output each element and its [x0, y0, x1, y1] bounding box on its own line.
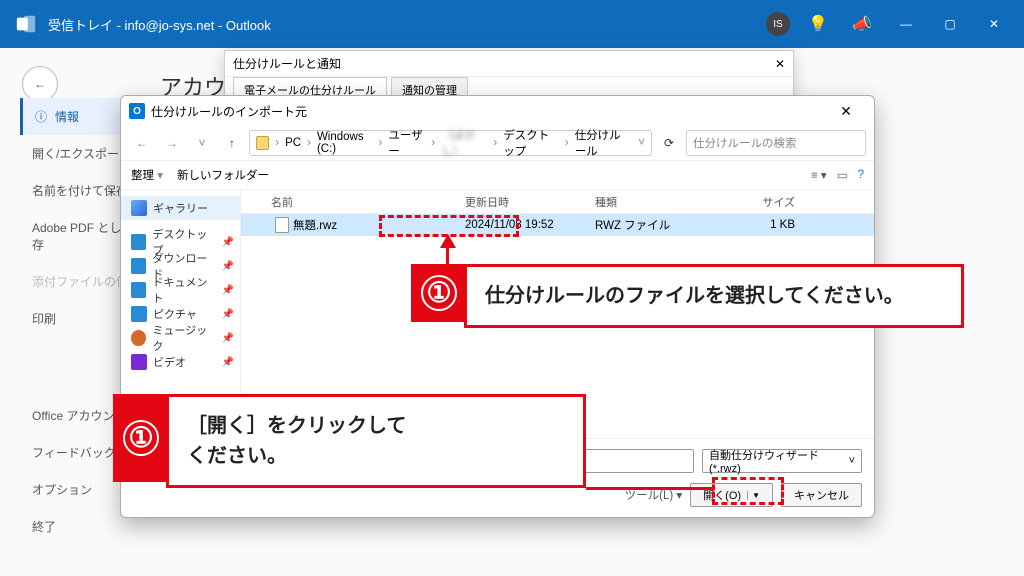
file-icon [275, 217, 289, 233]
tree-gallery[interactable]: ギャラリー [121, 196, 240, 220]
maximize-button[interactable]: ▢ [928, 4, 972, 44]
back-button[interactable]: ← [22, 66, 58, 102]
annotation-callout-select-file: ① 仕分けルールのファイルを選択してください。 [464, 264, 964, 328]
cancel-button[interactable]: キャンセル [781, 483, 862, 507]
rules-dialog-close-icon[interactable]: ✕ [775, 57, 785, 71]
tree-documents[interactable]: ドキュメント📌 [121, 278, 240, 302]
close-button[interactable]: ✕ [972, 4, 1016, 44]
annotation-badge-1b: ① [113, 394, 169, 482]
rules-dialog-title: 仕分けルールと通知 [233, 55, 341, 72]
annotation-badge-1a: ① [411, 264, 467, 322]
user-avatar[interactable]: IS [766, 12, 790, 36]
file-list-header[interactable]: 名前 更新日時 種類 サイズ [241, 190, 874, 214]
folder-icon [256, 136, 269, 150]
view-list-icon[interactable]: ≡ ▾ [811, 168, 827, 182]
annotation-connector [586, 487, 712, 490]
lightbulb-icon[interactable]: 💡 [796, 4, 840, 44]
search-input[interactable]: 仕分けルールの検索 [686, 130, 866, 156]
outlook-small-icon: O [129, 103, 145, 119]
help-icon[interactable]: ? [858, 169, 864, 181]
nav-back-button[interactable]: ← [129, 130, 155, 156]
tree-videos[interactable]: ビデオ📌 [121, 350, 240, 374]
preview-pane-icon[interactable]: ▭ [837, 168, 848, 182]
address-breadcrumb[interactable]: › PC› Windows (C:)› ユーザー› （ぼかし）› デスクトップ›… [249, 130, 652, 156]
outlook-window-title: 受信トレイ - info@jo-sys.net - Outlook [48, 15, 271, 34]
annotation-callout-click-open: ① ［開く］をクリックして ください。 [166, 394, 586, 488]
file-dialog-close-icon[interactable]: ✕ [826, 103, 866, 120]
minimize-button[interactable]: — [884, 4, 928, 44]
annotation-arrow-head [440, 234, 456, 248]
tree-music[interactable]: ミュージック📌 [121, 326, 240, 350]
new-folder-button[interactable]: 新しいフォルダー [177, 167, 269, 183]
file-dialog-title: 仕分けルールのインポート元 [151, 103, 307, 120]
refresh-button[interactable]: ⟳ [656, 130, 682, 156]
rules-and-alerts-dialog: 仕分けルールと通知 ✕ 電子メールの仕分けルール 通知の管理 [224, 50, 794, 100]
filetype-filter[interactable]: 自動仕分けウィザード (*.rwz)˅ [702, 449, 862, 473]
outlook-titlebar: 受信トレイ - info@jo-sys.net - Outlook IS 💡 📣… [0, 0, 1024, 48]
nav-recent-button[interactable]: ˅ [189, 130, 215, 156]
outlook-logo-icon [12, 10, 40, 38]
nav-up-button[interactable]: ↑ [219, 130, 245, 156]
file-row-selected[interactable]: 無題.rwz 2024/11/08 19:52 RWZ ファイル 1 KB [241, 214, 874, 236]
organize-menu[interactable]: 整理 [131, 167, 163, 183]
megaphone-icon[interactable]: 📣 [840, 4, 884, 44]
nav-forward-button: → [159, 130, 185, 156]
